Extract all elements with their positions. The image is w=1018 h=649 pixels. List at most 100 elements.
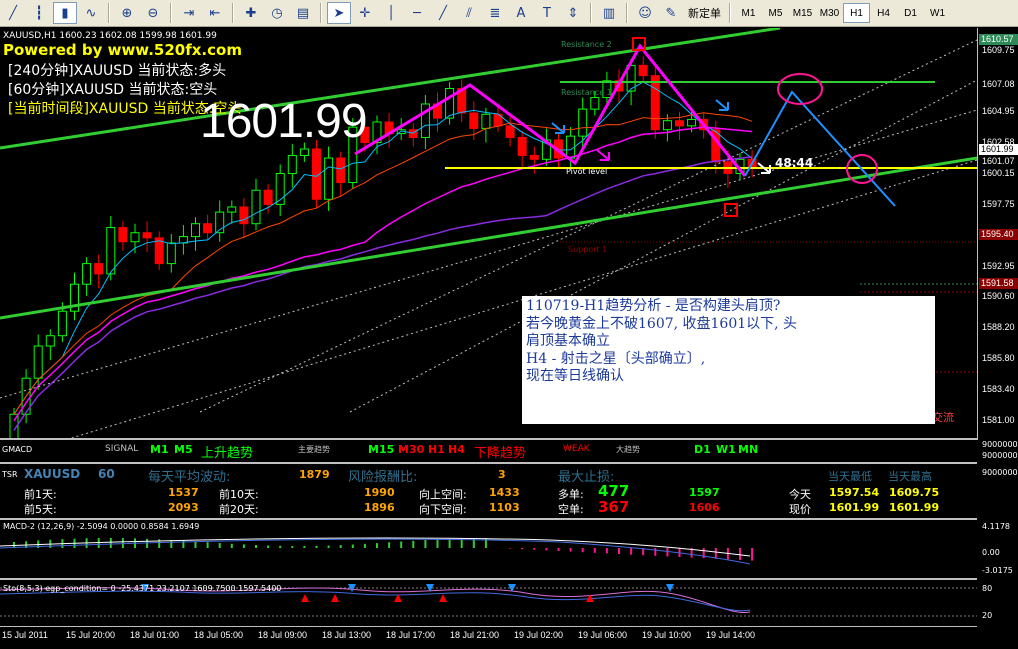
price-axis[interactable]: 1610.57 1609.75 1607.08 1604.95 1602.58 1601.… — [977, 28, 1018, 440]
prev5-label: 前5天: — [24, 503, 57, 516]
candle-body — [517, 136, 527, 156]
timeframe-w1[interactable]: W1 — [924, 3, 951, 23]
price-tick: 1588.20 — [982, 321, 1015, 332]
new-order-button[interactable]: 新定单 — [684, 5, 725, 21]
price-tick: 1597.75 — [982, 199, 1015, 210]
today-label: 今天 — [789, 488, 811, 501]
line-icon[interactable]: ∿ — [79, 2, 103, 24]
indicators-icon[interactable]: ✚ — [239, 2, 263, 24]
label-icon[interactable]: T — [535, 2, 559, 24]
timeframe-m1[interactable]: M1 — [735, 3, 762, 23]
time-tick: 18 Jul 21:00 — [450, 630, 500, 640]
trendline-icon[interactable]: ╱ — [431, 2, 455, 24]
signal-axis-top: 9000000 — [982, 440, 1018, 449]
cursor-icon[interactable]: ➤ — [327, 2, 351, 24]
time-tick: 19 Jul 02:00 — [514, 630, 564, 640]
navigator-icon[interactable]: ▥ — [597, 2, 621, 24]
time-axis[interactable]: 15 Jul 2011 15 Jul 20:00 18 Jul 01:00 18 Ju… — [0, 626, 977, 646]
macd-axis-bottom: -3.0175 — [982, 566, 1013, 575]
status-240min: [240分钟]XAUUSD 当前状态:多头 — [8, 63, 227, 79]
horizontal-line-icon[interactable]: ─ — [405, 2, 429, 24]
candle-body — [324, 157, 334, 200]
annotation-line: 现在等日线确认 — [526, 368, 624, 384]
experts-icon[interactable]: ☺ — [633, 2, 657, 24]
crosshair-icon[interactable]: ✛ — [353, 2, 377, 24]
now-low-value: 1601.99 — [829, 501, 880, 514]
auto-scroll-icon[interactable]: ⇥ — [177, 2, 201, 24]
resistance1-label: Resistance 1 — [561, 88, 612, 97]
avg-volatility-label: 每天平均波动: — [148, 470, 231, 485]
time-tick: 18 Jul 05:00 — [194, 630, 244, 640]
candle-body — [263, 189, 273, 205]
candle-body — [336, 157, 346, 184]
signal-label: SIGNAL — [105, 444, 139, 454]
main-trend-label: 主要趋势 — [298, 445, 330, 454]
tsr-symbol: XAUUSD — [24, 467, 81, 481]
weak-label: WEAK — [563, 444, 590, 454]
zoom-out-icon[interactable]: ⊖ — [141, 2, 165, 24]
price-tick: 1604.95 — [982, 106, 1015, 117]
symbol-info: XAUUSD,H1 1600.23 1602.08 1599.98 1601.9… — [3, 31, 217, 41]
time-tick: 19 Jul 10:00 — [642, 630, 692, 640]
templates-icon[interactable]: ▤ — [291, 2, 315, 24]
signal-arrow — [596, 149, 610, 161]
candle-body — [251, 189, 261, 225]
now-label: 现价 — [789, 503, 811, 516]
prev20-label: 前20天: — [219, 503, 259, 516]
timeframe-m15[interactable]: M15 — [789, 3, 816, 23]
timeframe-d1[interactable]: D1 — [897, 3, 924, 23]
d1-signal: D1 — [694, 443, 711, 456]
tsr-period: 60 — [98, 467, 115, 481]
prev20-value: 1896 — [364, 501, 395, 514]
up-space-label: 向上空间: — [419, 488, 467, 501]
m5-signal: M5 — [174, 443, 193, 456]
timeframe-m5[interactable]: M5 — [762, 3, 789, 23]
time-tick: 19 Jul 06:00 — [578, 630, 628, 640]
new-order-icon[interactable]: ✎ — [659, 2, 683, 24]
tsr-panel: TSR XAUUSD 60 每天平均波动: 1879 风险报酬比: 3 最大止损… — [0, 464, 1018, 518]
candle-body — [239, 206, 249, 225]
chart-window[interactable]: XAUUSD,H1 1600.23 1602.08 1599.98 1601.9… — [0, 28, 1018, 649]
price-tick: 1592.95 — [982, 260, 1015, 271]
candle-body — [445, 88, 455, 119]
vertical-line-icon[interactable]: │ — [379, 2, 403, 24]
candle-body — [638, 64, 648, 77]
fibonacci-icon[interactable]: ≣ — [483, 2, 507, 24]
h4-signal: H4 — [448, 443, 465, 456]
zoom-in-icon[interactable]: ⊕ — [115, 2, 139, 24]
timeframe-m30[interactable]: M30 — [816, 3, 843, 23]
current-price-large: 1601.99 — [200, 95, 368, 148]
bar-chart-icon[interactable]: ┇ — [27, 2, 51, 24]
text-icon[interactable]: A — [509, 2, 533, 24]
chart-shift-icon[interactable]: ⇤ — [203, 2, 227, 24]
arrows-icon[interactable]: ⇕ — [561, 2, 585, 24]
down-space-value: 1103 — [489, 501, 520, 514]
timeframe-h1[interactable]: H1 — [843, 3, 870, 23]
signal-arrow — [715, 99, 729, 111]
line-chart-icon[interactable]: ╱ — [1, 2, 25, 24]
candle-body — [590, 97, 600, 110]
separator — [108, 3, 110, 23]
short-price: 1606 — [689, 501, 720, 514]
candle-body — [227, 206, 237, 213]
candlestick-icon[interactable]: ▮ — [53, 2, 77, 24]
signal-panel: GMACD SIGNAL M1 M5 上升趋势 主要趋势 M15 M30 H1 … — [0, 440, 1018, 462]
powered-by-link[interactable]: Powered by www.520fx.com — [3, 41, 242, 59]
current-price-marker: 1601.99 — [979, 144, 1018, 156]
gmacd-title: GMACD — [2, 445, 33, 454]
sto-title: Sto(8,5,3) egp_condition= 0 -25.4371 23.… — [3, 584, 282, 593]
time-tick: 18 Jul 09:00 — [258, 630, 308, 640]
m15-signal: M15 — [368, 443, 395, 456]
timeframe-h4[interactable]: H4 — [870, 3, 897, 23]
sto-arrow — [439, 594, 447, 602]
price-tick: 1583.40 — [982, 383, 1015, 394]
m30-signal: M30 — [398, 443, 425, 456]
status-60min: [60分钟]XAUUSD 当前状态:空头 — [8, 82, 218, 98]
candle-body — [529, 154, 539, 160]
separator — [170, 3, 172, 23]
time-tick: 18 Jul 17:00 — [386, 630, 436, 640]
sto-signal-line — [0, 590, 751, 612]
channel-icon[interactable]: ⫽ — [457, 2, 481, 24]
periods-icon[interactable]: ◷ — [265, 2, 289, 24]
time-tick: 18 Jul 01:00 — [130, 630, 180, 640]
